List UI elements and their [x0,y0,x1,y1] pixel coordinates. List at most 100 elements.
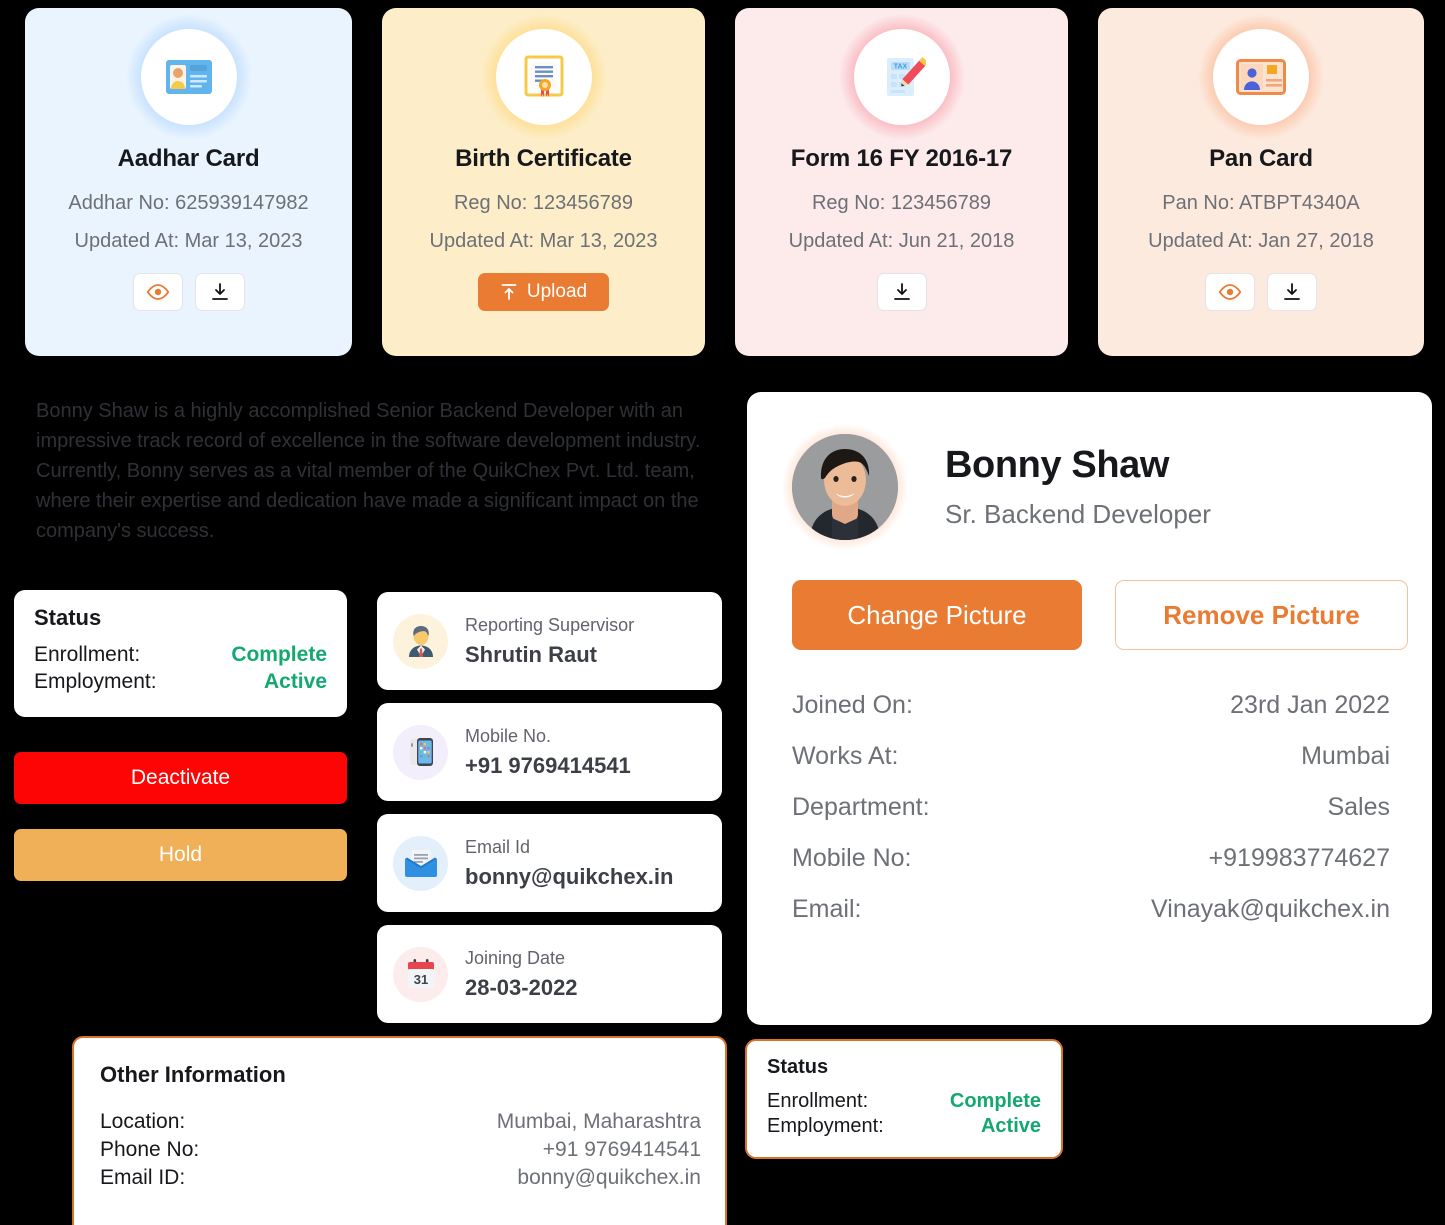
list-item-supervisor[interactable]: Reporting Supervisor Shrutin Raut [377,592,722,690]
other-label: Email ID: [100,1166,186,1189]
document-title: Pan Card [1209,145,1313,172]
avatar-container [775,417,915,557]
page-title: Bonny Shaw [945,444,1170,486]
detail-value: Mumbai [1301,742,1390,770]
status-badge: Active [980,1115,1041,1137]
table-row: Works At: Mumbai [792,731,1390,782]
status-label: Employment: [767,1115,884,1137]
profile-header: Bonny Shaw Sr. Backend Developer [747,392,1432,557]
status-card-title: Status [767,1056,829,1078]
contact-label: Email Id [465,836,531,857]
document-title: Aadhar Card [117,145,260,172]
profile-card: Bonny Shaw Sr. Backend Developer Change … [747,392,1432,1025]
other-value: +91 9769414541 [542,1138,701,1161]
status-badge: Active [263,670,327,693]
download-button[interactable] [194,273,245,311]
status-label: Enrollment: [34,643,141,666]
contact-list: Reporting Supervisor Shrutin Raut Mobile… [377,592,722,1036]
document-updated-at: Updated At: Mar 13, 2023 [429,230,658,252]
upload-button[interactable]: Upload [477,273,610,311]
list-item-joining-date[interactable]: 31 Joining Date 28-03-2022 [377,925,722,1023]
document-card-pan[interactable]: Pan Card Pan No: ATBPT4340A Updated At: … [1098,8,1424,356]
document-card-birth-certificate[interactable]: Birth Certificate Reg No: 123456789 Upda… [382,8,705,356]
download-icon [1284,283,1300,300]
download-button[interactable] [1267,273,1317,311]
table-row: Email: Vinayak@quikchex.in [792,884,1390,935]
other-label: Location: [100,1110,186,1133]
table-row: Department: Sales [792,782,1390,833]
download-icon [211,283,228,300]
document-title: Form 16 FY 2016-17 [790,145,1013,172]
table-row: Phone No: +91 9769414541 [100,1138,701,1162]
mobile-phone-icon [393,724,448,780]
status-card-left: Status Enrollment: Complete Employment: … [14,590,347,717]
contact-text: Reporting Supervisor Shrutin Raut [465,615,634,668]
hold-button[interactable]: Hold [14,829,347,881]
contact-value: 28-03-2022 [465,974,578,1000]
list-item-mobile[interactable]: Mobile No. +91 9769414541 [377,703,722,801]
contact-label: Joining Date [465,947,566,968]
status-row: Employment: Active [34,670,327,694]
document-actions [1205,273,1317,311]
envelope-icon [393,835,448,891]
detail-label: Works At: [792,742,899,770]
birth-certificate-icon-container [471,8,616,149]
profile-role: Sr. Backend Developer [945,499,1211,529]
table-row: Mobile No: +919983774627 [792,833,1390,884]
detail-label: Joined On: [792,691,913,719]
svg-text:TAX: TAX [893,64,907,71]
other-label: Phone No: [100,1138,200,1161]
upload-button-label: Upload [526,281,588,302]
download-button[interactable] [876,273,927,311]
contact-value: bonny@quikchex.in [465,863,674,889]
document-actions [876,273,927,311]
status-card-title: Status [34,605,102,630]
status-rows: Enrollment: Complete Employment: Active [767,1090,1041,1138]
status-card-bottom: Status Enrollment: Complete Employment: … [745,1039,1063,1159]
icon-disc [1213,29,1309,125]
view-button[interactable] [132,273,183,311]
icon-disc [495,29,592,125]
other-information-title: Other Information [100,1062,286,1087]
contact-value: Shrutin Raut [465,641,597,667]
detail-label: Email: [792,895,862,923]
remove-picture-button[interactable]: Remove Picture [1115,580,1408,650]
detail-value: Vinayak@quikchex.in [1151,895,1390,923]
contact-label: Reporting Supervisor [465,614,635,635]
profile-details: Joined On: 23rd Jan 2022 Works At: Mumba… [747,650,1432,935]
status-badge: Complete [231,643,327,666]
svg-text:31: 31 [413,972,427,987]
detail-value: 23rd Jan 2022 [1230,691,1390,719]
document-id: Reg No: 123456789 [453,192,634,214]
pan-card-icon [1236,59,1286,95]
document-card-aadhar[interactable]: Aadhar Card Addhar No: 625939147982 Upda… [25,8,352,356]
contact-label: Mobile No. [465,725,552,746]
document-id: Addhar No: 625939147982 [68,192,309,214]
other-value: Mumbai, Maharashtra [496,1110,701,1133]
list-item-email[interactable]: Email Id bonny@quikchex.in [377,814,722,912]
icon-disc: TAX [853,29,950,125]
download-icon [893,283,910,300]
status-label: Enrollment: [767,1090,869,1112]
avatar[interactable] [792,434,898,540]
deactivate-button[interactable]: Deactivate [14,752,347,804]
document-updated-at: Updated At: Jan 27, 2018 [1148,230,1374,252]
document-id: Pan No: ATBPT4340A [1162,192,1360,214]
detail-label: Mobile No: [792,844,912,872]
certificate-icon [524,55,563,97]
calendar-icon: 31 [393,946,448,1002]
contact-text: Mobile No. +91 9769414541 [465,726,631,779]
change-picture-button[interactable]: Change Picture [792,580,1082,650]
contact-value: +91 9769414541 [465,752,631,778]
view-button[interactable] [1205,273,1255,311]
document-actions [132,273,245,311]
pan-icon-container [1189,8,1333,149]
status-row: Enrollment: Complete [767,1090,1041,1113]
document-card-form16[interactable]: TAX Form 16 FY 2016-17 Reg No: 123456789… [735,8,1068,356]
profile-name-block: Bonny Shaw Sr. Backend Developer [945,444,1211,530]
aadhar-icon-container [116,8,261,149]
contact-text: Joining Date 28-03-2022 [465,948,578,1001]
status-label: Employment: [34,670,157,693]
documents-row: Aadhar Card Addhar No: 625939147982 Upda… [0,0,1445,360]
detail-value: Sales [1327,793,1390,821]
